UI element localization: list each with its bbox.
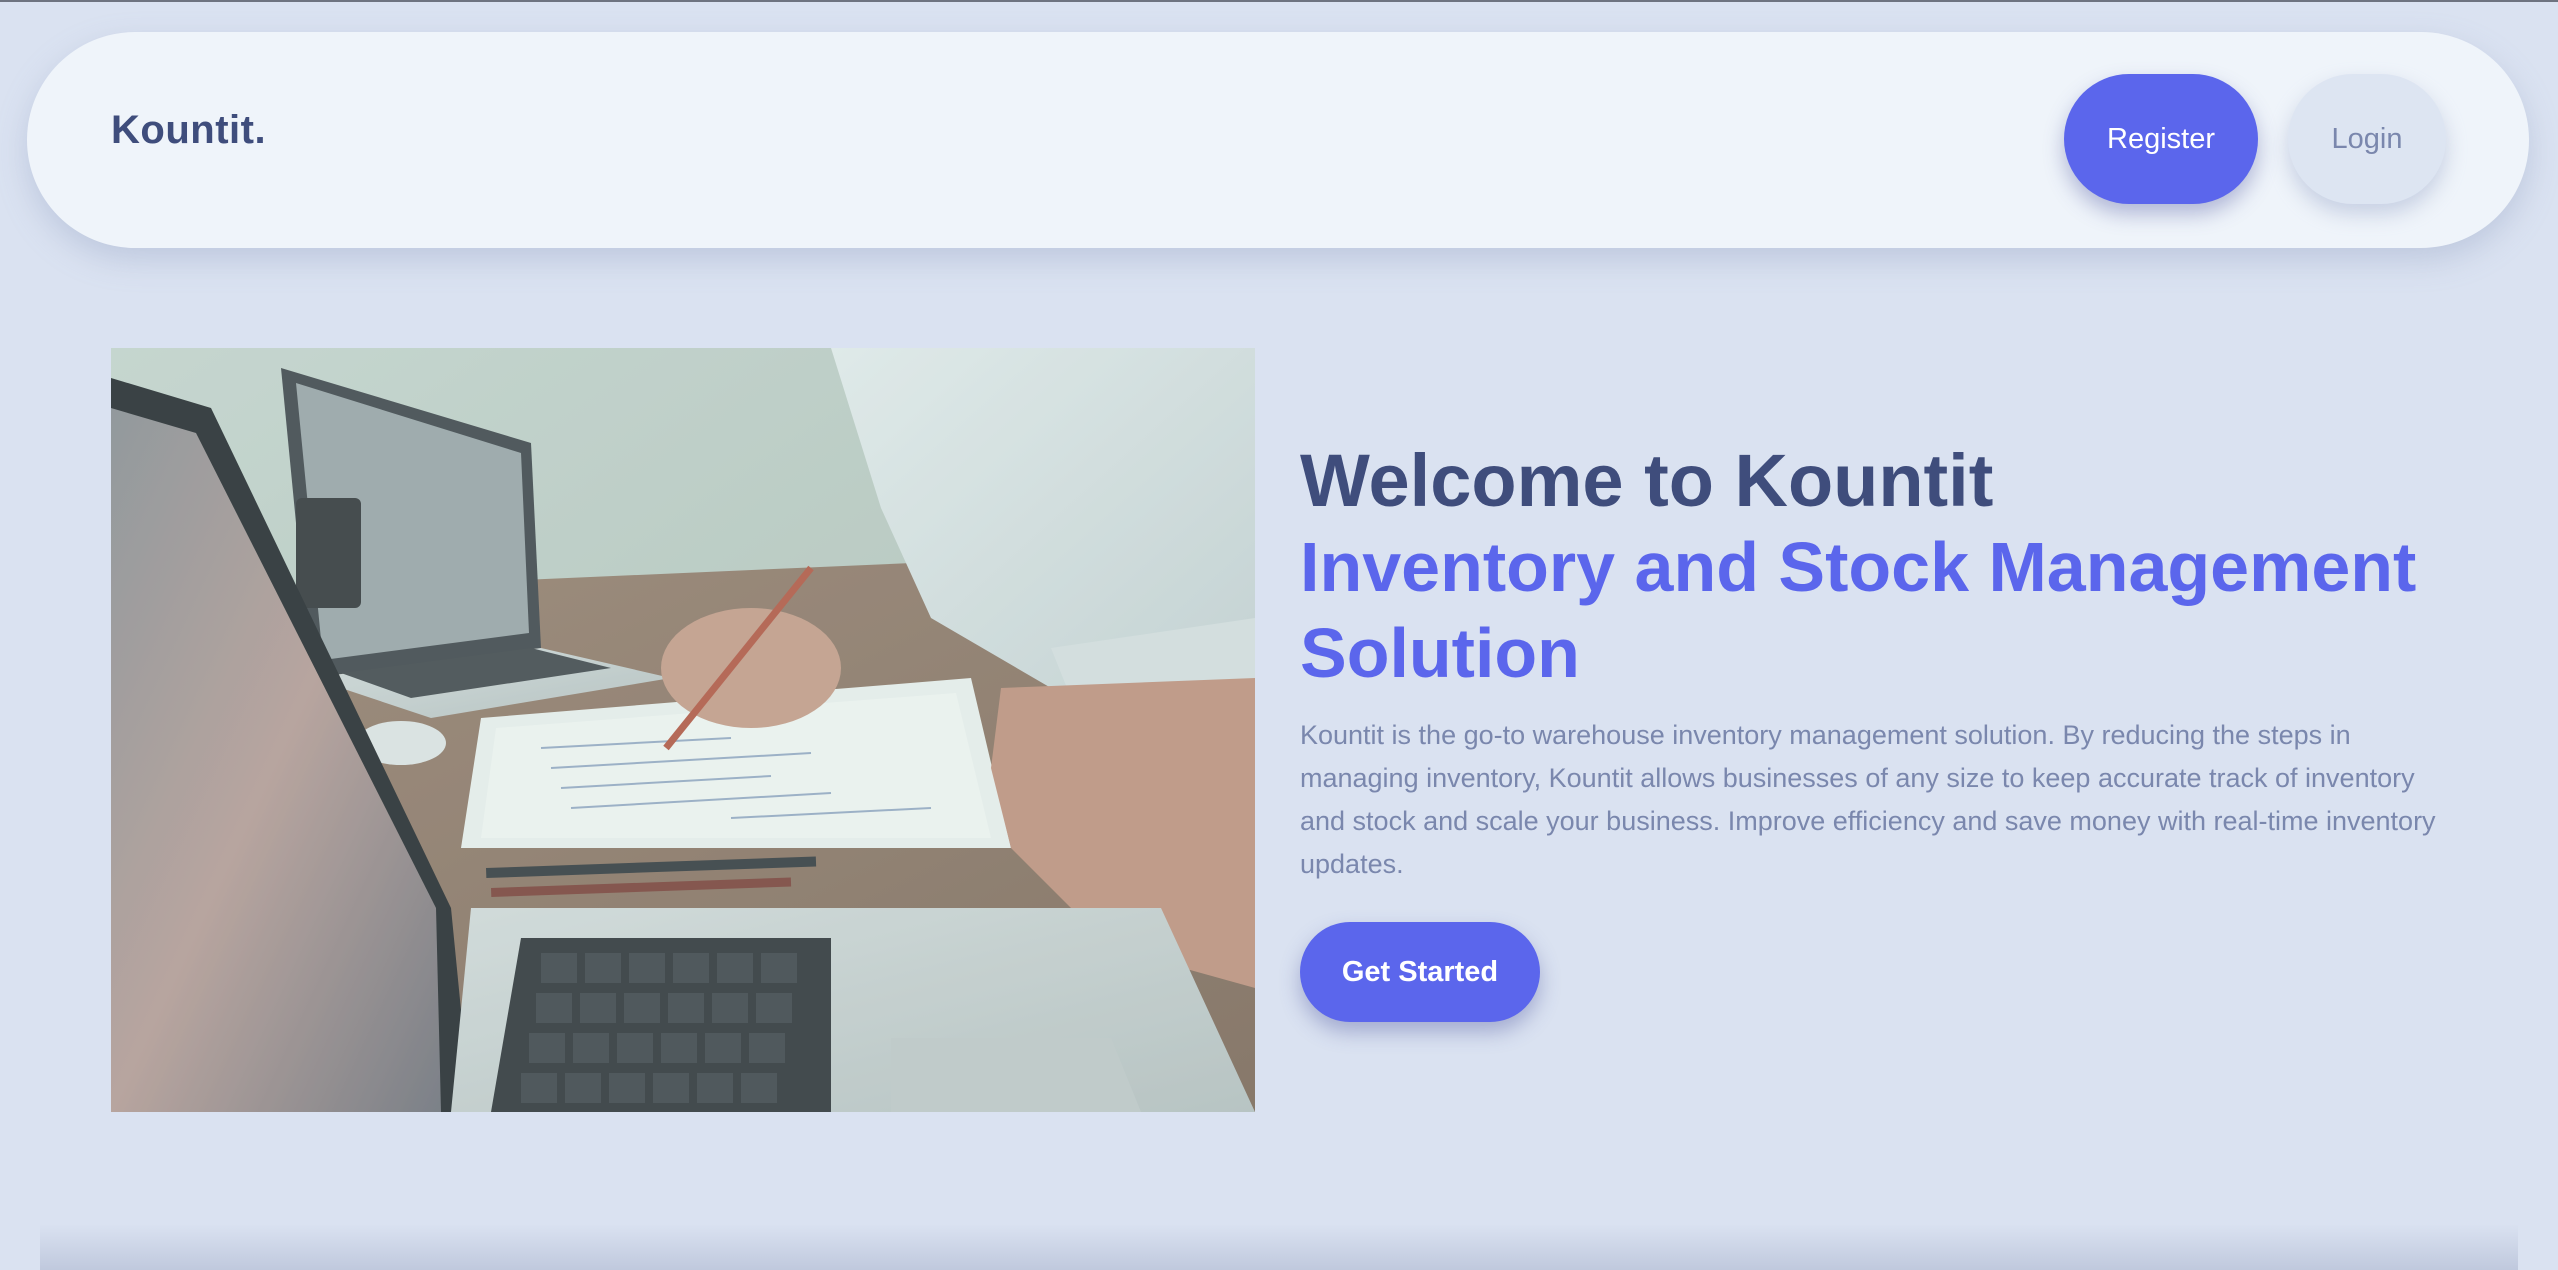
register-button[interactable]: Register [2064, 74, 2258, 204]
hero-image [111, 348, 1255, 1112]
get-started-button[interactable]: Get Started [1300, 922, 1540, 1022]
bottom-shadow [40, 1224, 2518, 1270]
hero-description: Kountit is the go-to warehouse inventory… [1300, 720, 2436, 879]
hero-photo-illustration [111, 348, 1255, 1112]
brand-logo[interactable]: Kountit. [111, 108, 266, 153]
hero-content: Welcome to Kountit Inventory and Stock M… [1300, 438, 2460, 1022]
hero-subtitle: Inventory and Stock Management Solution [1300, 528, 2417, 692]
navbar: Kountit. Register Login [27, 32, 2529, 248]
login-button[interactable]: Login [2288, 74, 2446, 204]
hero-title: Welcome to Kountit [1300, 439, 1994, 522]
